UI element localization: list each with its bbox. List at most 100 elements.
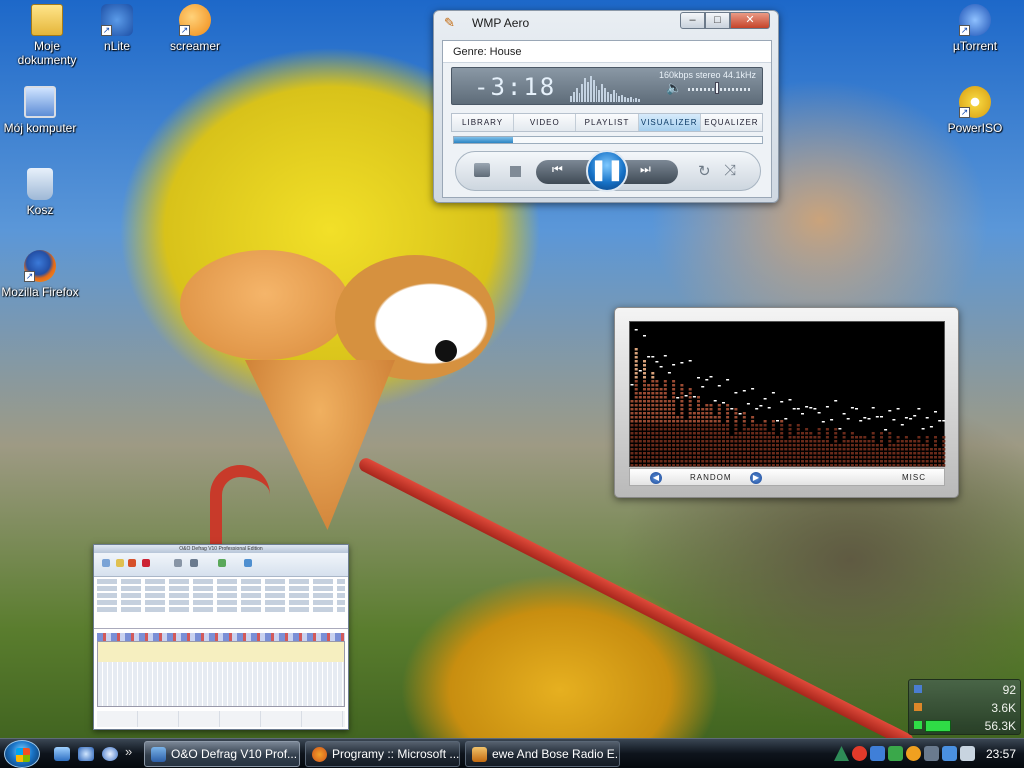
task-button-defrag[interactable]: O&O Defrag V10 Prof... [144, 741, 300, 767]
spectrum-segment [921, 448, 925, 451]
desktop-icon-utorrent[interactable]: ↗ µTorrent [935, 4, 1015, 53]
tab-visualizer[interactable]: VISUALIZER [638, 114, 701, 131]
tray-device-icon[interactable] [924, 746, 939, 761]
spectrum-segment [647, 456, 651, 459]
spectrum-segment [663, 384, 667, 387]
tab-equalizer[interactable]: EQUALIZER [700, 114, 763, 131]
next-button[interactable]: ⏭ [640, 162, 651, 177]
previous-button[interactable]: ⏮ [552, 162, 563, 177]
spectrum-segment [630, 428, 634, 431]
desktop-icon-nlite[interactable]: ↗ nLite [77, 4, 157, 53]
defrag-window-thumbnail[interactable]: O&O Defrag V10 Professional Edition [93, 544, 349, 730]
spectrum-segment [763, 440, 767, 443]
spectrum-segment [647, 432, 651, 435]
tray-utorrent-icon[interactable] [870, 746, 885, 761]
next-preset-icon[interactable]: ▶ [750, 472, 762, 484]
volume-thumb[interactable] [715, 82, 719, 94]
spectrum-segment [630, 400, 634, 403]
spectrum-segment [651, 448, 655, 451]
spectrum-segment [713, 420, 717, 423]
close-button[interactable]: ✕ [730, 12, 770, 29]
spectrum-segment [643, 420, 646, 423]
task-button-firefox[interactable]: Programy :: Microsoft ... [305, 741, 460, 767]
shuffle-icon[interactable]: ⤨ [724, 162, 736, 179]
repeat-icon[interactable]: ↻ [698, 162, 711, 180]
spectrum-segment [834, 428, 838, 431]
spectrum-segment [859, 440, 863, 443]
mini-spectrum-bar [578, 93, 581, 102]
spectrum-segment [904, 460, 908, 463]
spectrum-segment [717, 404, 721, 407]
minimize-button[interactable]: – [680, 12, 705, 29]
speaker-icon[interactable]: 🔈 [666, 80, 682, 96]
misc-button[interactable]: MISC [902, 473, 926, 482]
desktop-icon-firefox[interactable]: ↗ Mozilla Firefox [0, 250, 80, 299]
spectrum-segment [688, 388, 692, 391]
spectrum-segment [813, 456, 817, 459]
spectrum-segment [896, 444, 900, 447]
spectrum-peak [788, 399, 792, 401]
prev-preset-icon[interactable]: ◀ [650, 472, 662, 484]
volume-slider[interactable] [688, 88, 752, 91]
spectrum-segment [871, 444, 875, 447]
spectrum-peak [900, 424, 904, 426]
playback-controls: ⏮ ❚❚ ⏭ ↻ ⤨ [455, 150, 761, 192]
tab-playlist[interactable]: PLAYLIST [576, 114, 639, 131]
seek-bar[interactable] [453, 136, 763, 144]
spectrum-segment [688, 448, 692, 451]
spectrum-segment [917, 448, 921, 451]
spectrum-segment [643, 404, 646, 407]
spectrum-segment [663, 452, 667, 455]
spectrum-segment [809, 464, 813, 467]
desktop-icon-poweriso[interactable]: ↗ PowerISO [935, 86, 1015, 135]
tray-arrow-icon[interactable] [834, 746, 849, 761]
time-display[interactable]: -3:18 [474, 73, 556, 101]
tab-video[interactable]: VIDEO [514, 114, 577, 131]
random-button[interactable]: RANDOM [690, 473, 732, 482]
spectrum-segment [855, 464, 858, 467]
spectrum-segment [651, 464, 655, 467]
spectrum-segment [850, 452, 854, 455]
shortcut-arrow-icon: ↗ [24, 271, 35, 282]
tray-sun-icon[interactable] [906, 746, 921, 761]
spectrum-segment [651, 372, 655, 375]
spectrum-segment [742, 456, 746, 459]
clock[interactable]: 23:57 [986, 747, 1016, 761]
tray-volume-icon[interactable] [960, 746, 975, 761]
spectrum-segment [809, 440, 813, 443]
spectrum-segment [697, 428, 700, 431]
spectrum-segment [643, 364, 646, 367]
spectrum-segment [647, 440, 651, 443]
spectrum-segment [934, 440, 937, 443]
spectrum-segment [667, 464, 671, 467]
desktop-icon-moj-komputer[interactable]: Mój komputer [0, 86, 80, 135]
desktop-icon-kosz[interactable]: Kosz [0, 168, 80, 217]
spectrum-segment [900, 440, 904, 443]
spectrum-segment [684, 428, 688, 431]
tray-antivirus-icon[interactable] [852, 746, 867, 761]
show-desktop-icon[interactable] [54, 747, 70, 761]
spectrum-segment [709, 444, 713, 447]
spectrum-segment [884, 460, 888, 463]
spectrum-segment [730, 436, 734, 439]
spectrum-segment [805, 432, 809, 435]
desktop-icon-screamer[interactable]: ↗ screamer [155, 4, 235, 53]
internet-explorer-icon[interactable] [78, 747, 94, 761]
task-button-wmp[interactable]: ewe And Bose Radio E... [465, 741, 620, 767]
tray-network-icon[interactable] [942, 746, 957, 761]
stop-button[interactable] [510, 166, 521, 177]
spectrum-segment [763, 428, 767, 431]
tray-app-icon[interactable] [888, 746, 903, 761]
maximize-button[interactable]: □ [705, 12, 730, 29]
open-folder-icon[interactable] [474, 163, 490, 177]
desktop-icon-moje-dokumenty[interactable]: Moje dokumenty [7, 4, 87, 67]
spectrum-segment [692, 424, 696, 427]
switch-windows-icon[interactable] [102, 747, 118, 761]
spectrum-segment [630, 464, 634, 467]
wmp-titlebar[interactable]: ✎ WMP Aero – □ ✕ [434, 11, 778, 35]
pause-button[interactable]: ❚❚ [586, 150, 628, 192]
spectrum-segment [722, 456, 725, 459]
start-button[interactable] [4, 740, 40, 768]
quick-launch-chevron-icon[interactable]: » [125, 744, 132, 759]
tab-library[interactable]: LIBRARY [452, 114, 515, 131]
